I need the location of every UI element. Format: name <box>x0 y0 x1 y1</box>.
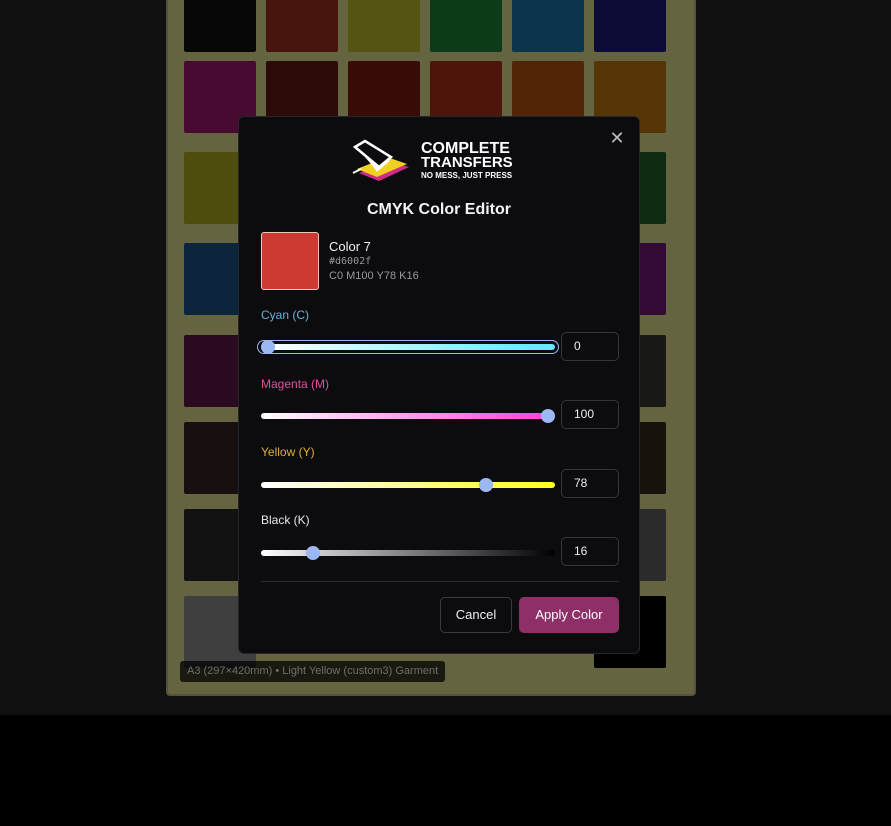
black-input[interactable]: 16 <box>561 537 619 566</box>
color-preview-swatch <box>261 232 319 290</box>
cmyk-color-editor-dialog: ✕ COMPLETE TRANSFERS NO MESS, JUST PRESS… <box>238 116 640 654</box>
black-slider[interactable] <box>261 546 555 560</box>
logo-mark-icon <box>352 139 409 181</box>
cyan-label: Cyan (C) <box>261 308 310 322</box>
cancel-button[interactable]: Cancel <box>440 597 512 633</box>
apply-color-button[interactable]: Apply Color <box>519 597 619 633</box>
complete-transfers-logo: COMPLETE TRANSFERS NO MESS, JUST PRESS <box>352 139 513 181</box>
dialog-title: CMYK Color Editor <box>367 201 511 218</box>
footer-divider <box>261 581 619 582</box>
color-cmyk-values: C0 M100 Y78 K16 <box>329 270 419 282</box>
cyan-input[interactable]: 0 <box>561 332 619 361</box>
yellow-slider[interactable] <box>261 478 555 492</box>
black-label: Black (K) <box>261 513 310 527</box>
yellow-slider-thumb[interactable] <box>479 478 494 492</box>
color-hex: #d6002f <box>329 256 372 267</box>
magenta-slider-thumb[interactable] <box>541 409 555 423</box>
logo-tagline: NO MESS, JUST PRESS <box>421 171 513 180</box>
magenta-input[interactable]: 100 <box>561 400 619 429</box>
cyan-slider-thumb[interactable] <box>261 340 275 354</box>
yellow-input[interactable]: 78 <box>561 469 619 498</box>
canvas-info-label: A3 (297×420mm) • Light Yellow (custom3) … <box>180 661 446 682</box>
yellow-label: Yellow (Y) <box>261 445 315 459</box>
logo-line2: TRANSFERS <box>421 154 513 171</box>
cyan-slider[interactable] <box>257 340 559 354</box>
magenta-label: Magenta (M) <box>261 377 330 391</box>
black-slider-thumb[interactable] <box>305 546 320 560</box>
magenta-slider[interactable] <box>261 409 555 423</box>
close-icon[interactable]: ✕ <box>608 129 626 147</box>
color-name: Color 7 <box>329 239 371 254</box>
